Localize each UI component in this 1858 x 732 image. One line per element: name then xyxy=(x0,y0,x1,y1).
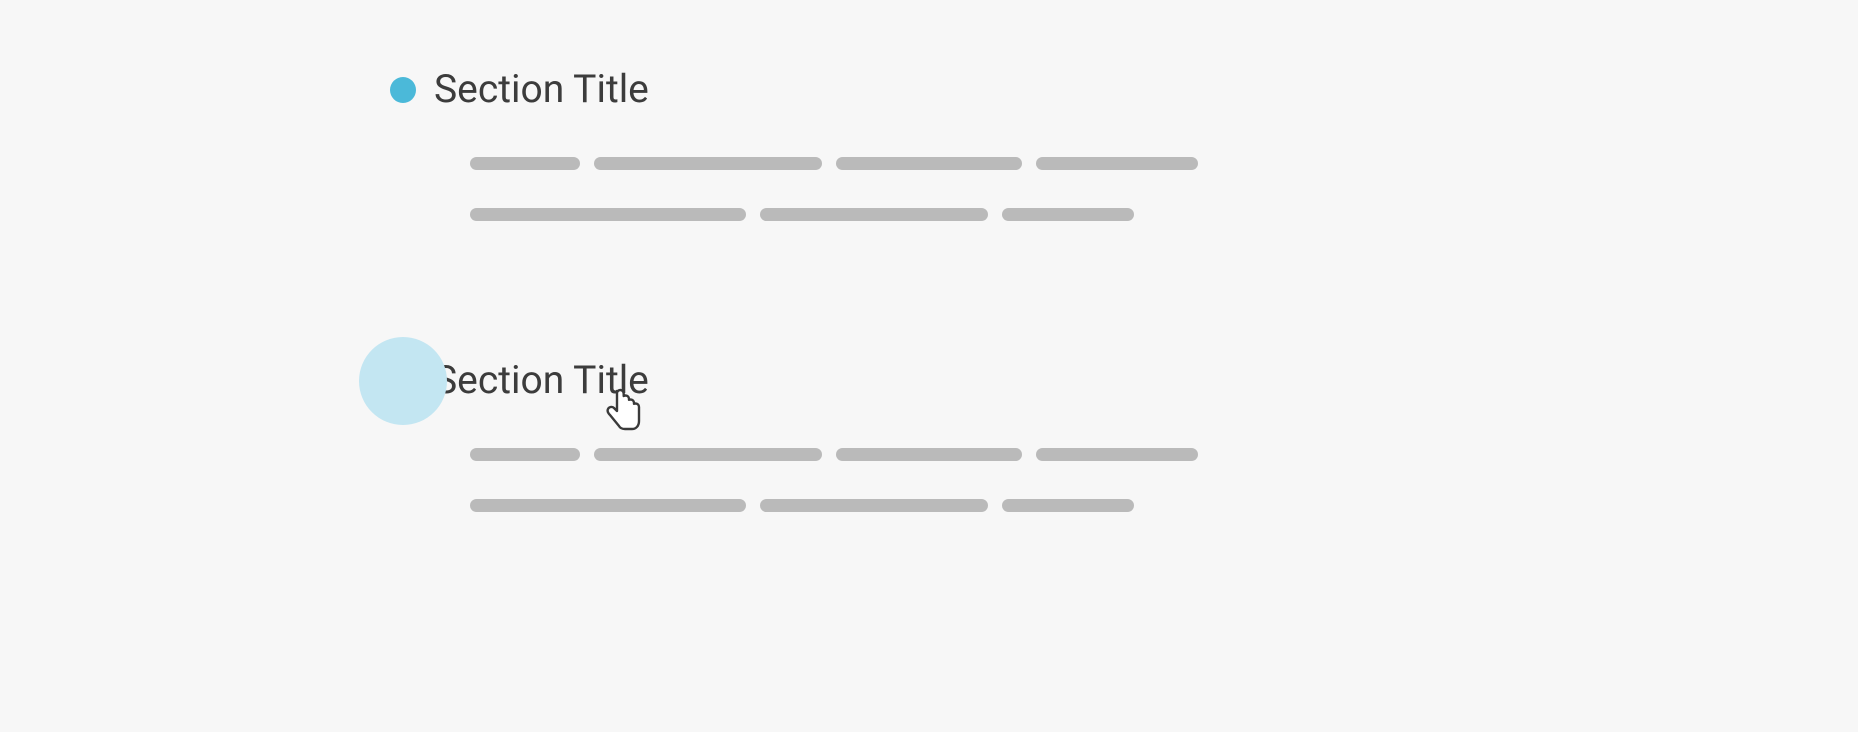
placeholder-segment xyxy=(470,208,746,221)
section-title: Section Title xyxy=(434,70,649,109)
placeholder-segment xyxy=(594,157,822,170)
placeholder-segment xyxy=(1002,208,1134,221)
section-header[interactable]: Section Title xyxy=(390,361,1470,400)
section-title: Section Title xyxy=(434,361,649,400)
placeholder-segment xyxy=(470,157,580,170)
placeholder-segment xyxy=(1002,499,1134,512)
placeholder-segment xyxy=(594,448,822,461)
placeholder-line xyxy=(470,157,1470,170)
section-header[interactable]: Section Title xyxy=(390,70,1470,109)
bullet-icon-hover xyxy=(390,368,416,394)
placeholder-body xyxy=(470,157,1470,221)
placeholder-line xyxy=(470,499,1470,512)
placeholder-segment xyxy=(760,499,988,512)
section-block-default: Section Title xyxy=(390,70,1470,221)
placeholder-segment xyxy=(470,499,746,512)
placeholder-segment xyxy=(836,157,1022,170)
placeholder-segment xyxy=(1036,448,1198,461)
bullet-hover-halo xyxy=(359,337,447,425)
placeholder-line xyxy=(470,448,1470,461)
placeholder-line xyxy=(470,208,1470,221)
placeholder-segment xyxy=(1036,157,1198,170)
section-block-hover: Section Title xyxy=(390,361,1470,512)
placeholder-segment xyxy=(470,448,580,461)
placeholder-segment xyxy=(836,448,1022,461)
placeholder-segment xyxy=(760,208,988,221)
bullet-icon xyxy=(390,77,416,103)
wireframe-canvas: Section Title Section Title xyxy=(390,70,1470,652)
placeholder-body xyxy=(470,448,1470,512)
